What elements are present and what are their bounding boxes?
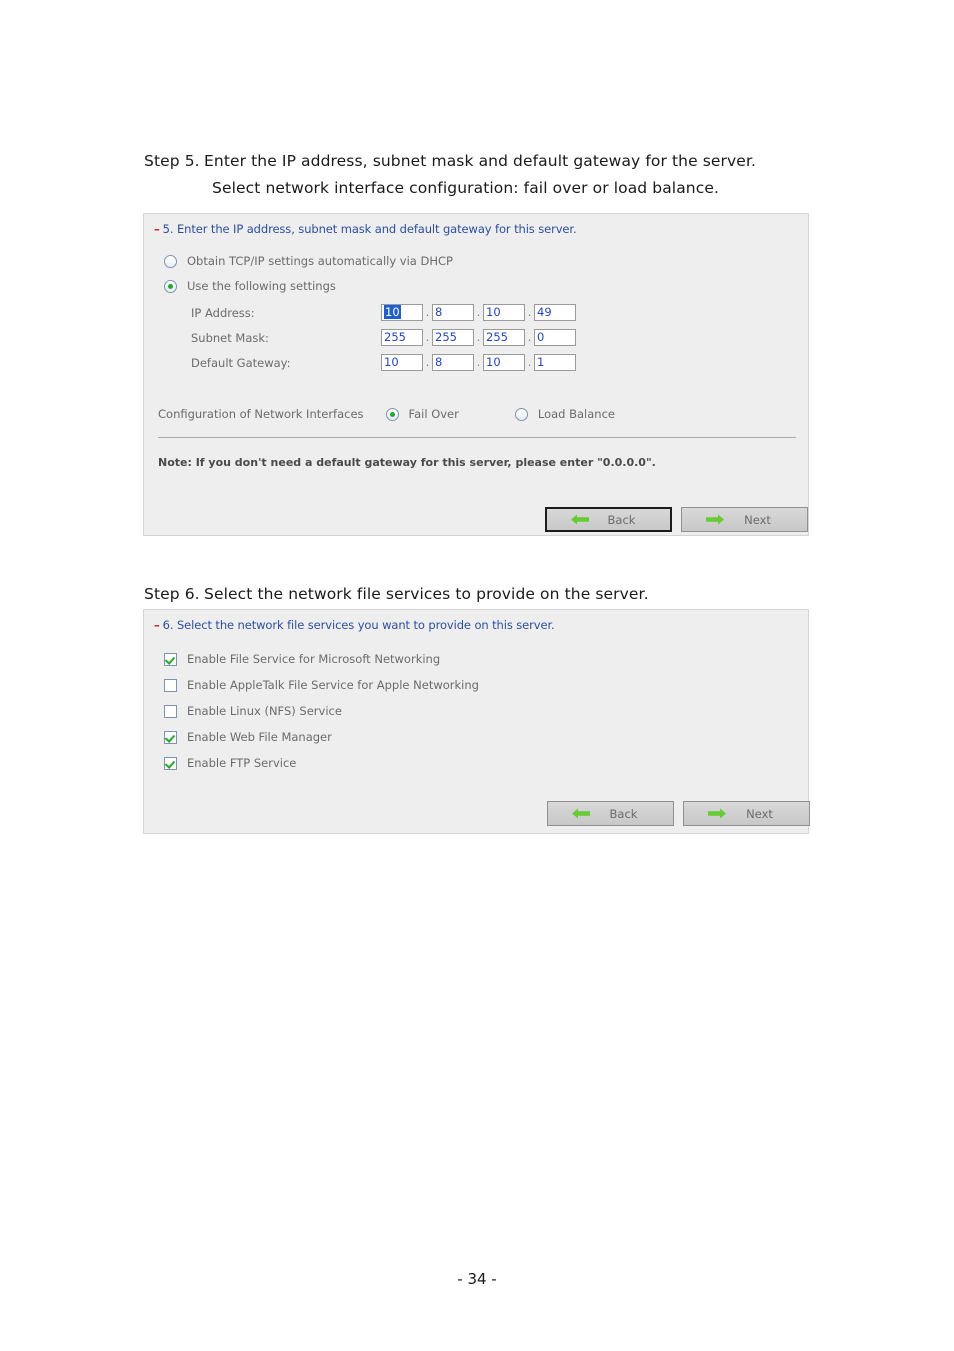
step5-step-label: Step 5.	[144, 152, 200, 170]
panel-divider	[158, 437, 796, 438]
subnet-mask-octet-1[interactable]: 255	[381, 329, 423, 346]
network-interfaces-label: Configuration of Network Interfaces	[158, 407, 364, 421]
subnet-mask-label: Subnet Mask:	[191, 330, 269, 345]
ip-dot-2: .	[476, 306, 481, 319]
checkbox-nfs-label: Enable Linux (NFS) Service	[187, 704, 342, 718]
arrow-right-icon	[706, 514, 724, 525]
radio-row-static[interactable]: Use the following settings	[164, 279, 336, 293]
radio-load-balance-icon[interactable]	[514, 407, 528, 421]
step6-back-button-label: Back	[609, 806, 638, 821]
radio-dhcp-label: Obtain TCP/IP settings automatically via…	[187, 254, 453, 268]
radio-load-balance-label: Load Balance	[537, 407, 615, 421]
radio-static-label: Use the following settings	[187, 279, 336, 293]
radio-dhcp-icon[interactable]	[164, 254, 177, 268]
checkbox-row-appletalk[interactable]: Enable AppleTalk File Service for Apple …	[164, 678, 479, 692]
radio-fail-over-label: Fail Over	[408, 407, 459, 421]
arrow-left-icon	[571, 514, 589, 525]
ip-address-octet-4[interactable]: 49	[534, 304, 576, 321]
checkbox-appletalk-icon[interactable]	[164, 678, 177, 692]
checkbox-web-file-manager-icon[interactable]	[164, 730, 177, 744]
step6-panel-header: –6. Select the network file services you…	[154, 618, 555, 632]
radio-row-fail-over[interactable]: Fail Over	[385, 407, 459, 421]
step5-heading-line2: Select network interface configuration: …	[144, 175, 756, 202]
gateway-note: Note: If you don't need a default gatewa…	[158, 456, 656, 469]
collapse-minus-icon[interactable]: –	[154, 618, 160, 632]
ip-address-octet-2[interactable]: 8	[432, 304, 474, 321]
radio-row-dhcp[interactable]: Obtain TCP/IP settings automatically via…	[164, 254, 453, 268]
radio-row-load-balance[interactable]: Load Balance	[514, 407, 615, 421]
radio-static-icon[interactable]	[164, 279, 177, 293]
page-number: - 34 -	[457, 1270, 497, 1288]
step6-step-label: Step 6.	[144, 585, 200, 603]
ip-dot-1: .	[425, 306, 430, 319]
step5-back-button-label: Back	[607, 512, 636, 527]
subnet-mask-octet-2[interactable]: 255	[432, 329, 474, 346]
step5-next-button[interactable]: Next	[681, 507, 808, 532]
step5-panel-header-text: 5. Enter the IP address, subnet mask and…	[162, 222, 577, 236]
default-gateway-label: Default Gateway:	[191, 355, 291, 370]
field-row-ip-address: IP Address: 10 . 8 . 10 . 49	[191, 304, 576, 321]
arrow-right-icon	[708, 808, 726, 819]
step6-wizard-panel: –6. Select the network file services you…	[143, 609, 810, 834]
step5-panel-header: –5. Enter the IP address, subnet mask an…	[154, 222, 577, 236]
step6-back-button[interactable]: Back	[547, 801, 674, 826]
subnet-mask-octet-3[interactable]: 255	[483, 329, 525, 346]
default-gateway-octet-4[interactable]: 1	[534, 354, 576, 371]
step6-heading: Step 6. Select the network file services …	[144, 581, 649, 608]
ip-address-octet-3[interactable]: 10	[483, 304, 525, 321]
gateway-dot-3: .	[527, 356, 532, 369]
step5-heading-line1-text: Enter the IP address, subnet mask and de…	[204, 152, 757, 170]
step5-heading-line1: Step 5. Enter the IP address, subnet mask…	[144, 148, 756, 175]
default-gateway-octet-3[interactable]: 10	[483, 354, 525, 371]
field-row-default-gateway: Default Gateway: 10 . 8 . 10 . 1	[191, 354, 576, 371]
step5-back-button[interactable]: Back	[545, 507, 672, 532]
ip-address-label: IP Address:	[191, 305, 255, 320]
checkbox-row-ftp[interactable]: Enable FTP Service	[164, 756, 296, 770]
checkbox-row-nfs[interactable]: Enable Linux (NFS) Service	[164, 704, 342, 718]
gateway-dot-2: .	[476, 356, 481, 369]
field-row-subnet-mask: Subnet Mask: 255 . 255 . 255 . 0	[191, 329, 576, 346]
step6-heading-text: Select the network file services to prov…	[204, 585, 649, 603]
ip-dot-3: .	[527, 306, 532, 319]
checkbox-web-file-manager-label: Enable Web File Manager	[187, 730, 332, 744]
arrow-left-icon	[572, 808, 590, 819]
subnet-dot-2: .	[476, 331, 481, 344]
subnet-dot-1: .	[425, 331, 430, 344]
step5-next-button-label: Next	[744, 512, 771, 527]
collapse-minus-icon[interactable]: –	[154, 222, 160, 236]
default-gateway-octet-1[interactable]: 10	[381, 354, 423, 371]
step5-heading: Step 5. Enter the IP address, subnet mask…	[144, 148, 756, 202]
network-interfaces-row: Configuration of Network Interfaces Fail…	[158, 407, 615, 421]
checkbox-ftp-icon[interactable]	[164, 756, 177, 770]
step5-wizard-panel: –5. Enter the IP address, subnet mask an…	[143, 213, 809, 536]
checkbox-microsoft-networking-label: Enable File Service for Microsoft Networ…	[187, 652, 441, 666]
step6-next-button-label: Next	[746, 806, 773, 821]
checkbox-microsoft-networking-icon[interactable]	[164, 652, 177, 666]
default-gateway-octet-2[interactable]: 8	[432, 354, 474, 371]
gateway-dot-1: .	[425, 356, 430, 369]
subnet-mask-octet-4[interactable]: 0	[534, 329, 576, 346]
checkbox-appletalk-label: Enable AppleTalk File Service for Apple …	[187, 678, 479, 692]
checkbox-row-microsoft-networking[interactable]: Enable File Service for Microsoft Networ…	[164, 652, 440, 666]
checkbox-ftp-label: Enable FTP Service	[187, 756, 297, 770]
ip-address-octet-1[interactable]: 10	[381, 304, 423, 321]
step6-panel-header-text: 6. Select the network file services you …	[162, 618, 555, 632]
step5-heading-line2-text: Select network interface configuration: …	[212, 179, 720, 197]
checkbox-row-web-file-manager[interactable]: Enable Web File Manager	[164, 730, 332, 744]
radio-fail-over-icon[interactable]	[385, 407, 399, 421]
step6-heading-line1: Step 6. Select the network file services …	[144, 581, 649, 608]
checkbox-nfs-icon[interactable]	[164, 704, 177, 718]
step6-next-button[interactable]: Next	[683, 801, 810, 826]
subnet-dot-3: .	[527, 331, 532, 344]
